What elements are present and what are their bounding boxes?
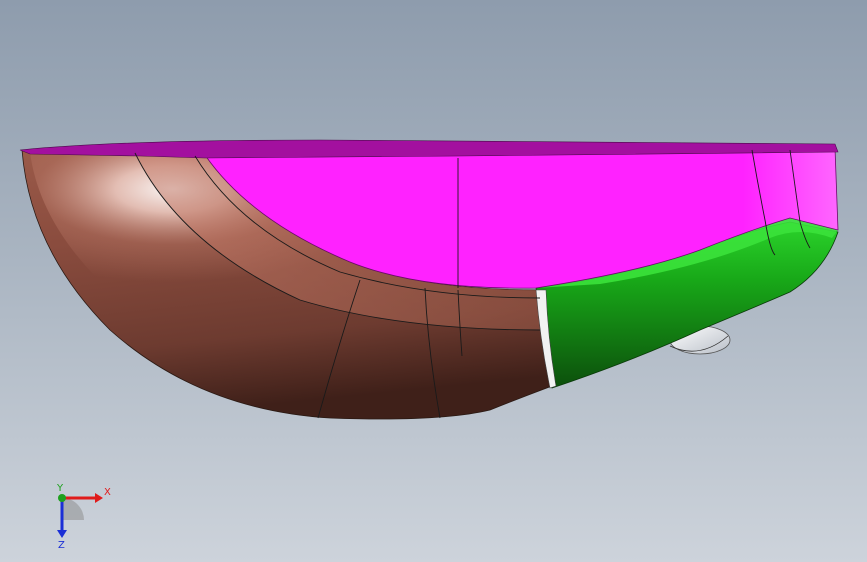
3d-viewport[interactable]: X Y Z: [0, 0, 867, 562]
y-axis-marker: [58, 494, 66, 502]
coordinate-triad: X Y Z: [56, 483, 111, 550]
x-axis-label: X: [104, 487, 111, 498]
3d-model[interactable]: [0, 0, 867, 562]
y-axis-label: Y: [56, 483, 64, 494]
z-axis-label: Z: [58, 540, 65, 550]
